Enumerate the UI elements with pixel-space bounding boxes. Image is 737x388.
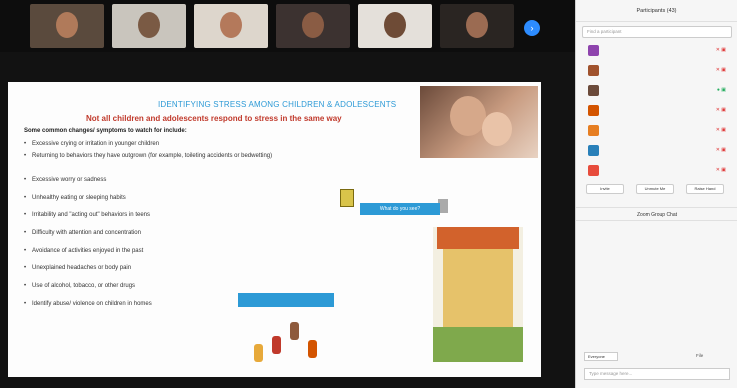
invite-button[interactable]: Invite xyxy=(586,184,624,194)
raise-hand-button[interactable]: Raise Hand xyxy=(686,184,724,194)
slide-question-banner: What do you see? xyxy=(360,203,440,215)
illustration-roof xyxy=(437,227,519,249)
presentation-slide: IDENTIFYING STRESS AMONG CHILDREN & ADOL… xyxy=(8,82,541,377)
participant-face xyxy=(384,12,406,38)
illustration-wall xyxy=(443,249,513,329)
participant-video-tile[interactable] xyxy=(358,4,432,48)
participant-face xyxy=(138,12,160,38)
participant-row[interactable]: ✕ ▣ xyxy=(582,165,732,177)
participant-face xyxy=(466,12,488,38)
participant-video-tile[interactable] xyxy=(440,4,514,48)
participant-row[interactable]: ● ▣ xyxy=(582,85,732,97)
slide-intro-text: Some common changes/ symptoms to watch f… xyxy=(24,128,187,134)
photo-face xyxy=(482,112,512,146)
participant-face xyxy=(56,12,78,38)
mic-video-status-icon[interactable]: ✕ ▣ xyxy=(716,167,726,173)
participant-row[interactable]: ✕ ▣ xyxy=(582,65,732,77)
child-figure xyxy=(308,340,317,358)
file-share-button[interactable]: File xyxy=(696,353,703,358)
participant-search-input[interactable]: Find a participant xyxy=(582,26,732,38)
mic-video-status-icon[interactable]: ✕ ▣ xyxy=(716,47,726,53)
avatar xyxy=(588,105,599,116)
avatar xyxy=(588,165,599,176)
participant-face xyxy=(302,12,324,38)
participant-actions: Invite Unmute Me Raise Hand xyxy=(586,184,726,196)
symptom-list-item: Excessive worry or sadness xyxy=(24,176,284,185)
participant-video-tile[interactable] xyxy=(194,4,268,48)
symptom-list-item: Difficulty with attention and concentrat… xyxy=(24,229,284,238)
slide-illustration-family xyxy=(433,227,523,362)
document-icon xyxy=(340,189,354,207)
participant-row[interactable]: ✕ ▣ xyxy=(582,145,732,157)
avatar xyxy=(588,85,599,96)
participant-row[interactable]: ✕ ▣ xyxy=(582,45,732,57)
symptom-list-item: Use of alcohol, tobacco, or other drugs xyxy=(24,282,284,291)
avatar xyxy=(588,145,599,156)
participant-face xyxy=(220,12,242,38)
participants-title: Participants (43) xyxy=(576,0,737,22)
photo-face xyxy=(450,96,486,136)
slide-subtitle: Not all children and adolescents respond… xyxy=(86,114,342,123)
participant-video-tile[interactable] xyxy=(30,4,104,48)
chat-recipient-select[interactable]: Everyone xyxy=(584,352,618,361)
slide-caption-box xyxy=(238,293,334,307)
chevron-right-icon[interactable]: › xyxy=(524,20,540,36)
avatar xyxy=(588,45,599,56)
mic-video-status-icon[interactable]: ✕ ▣ xyxy=(716,147,726,153)
mic-video-status-icon[interactable]: ✕ ▣ xyxy=(716,107,726,113)
participant-row[interactable]: ✕ ▣ xyxy=(582,125,732,137)
slide-illustration-children xyxy=(244,310,334,370)
mic-video-status-icon[interactable]: ● ▣ xyxy=(717,87,726,93)
symptom-list-item: Excessive crying or irritation in younge… xyxy=(24,140,284,149)
participant-video-tile[interactable] xyxy=(276,4,350,48)
avatar xyxy=(588,65,599,76)
child-figure xyxy=(254,344,263,362)
symptom-list-item: Returning to behaviors they have outgrow… xyxy=(24,152,284,161)
illustration-grass xyxy=(433,327,523,362)
slide-title: IDENTIFYING STRESS AMONG CHILDREN & ADOL… xyxy=(158,100,397,109)
participant-row[interactable]: ✕ ▣ xyxy=(582,105,732,117)
mic-video-status-icon[interactable]: ✕ ▣ xyxy=(716,127,726,133)
avatar xyxy=(588,125,599,136)
zoom-meeting-window: › IDENTIFYING STRESS AMONG CHILDREN & AD… xyxy=(0,0,737,388)
symptom-list-item: Irritability and "acting out" behaviors … xyxy=(24,211,284,220)
symptom-list-item: Unhealthy eating or sleeping habits xyxy=(24,194,284,203)
unmute-me-button[interactable]: Unmute Me xyxy=(636,184,674,194)
participant-video-tile[interactable] xyxy=(112,4,186,48)
symptom-list-item: Avoidance of activities enjoyed in the p… xyxy=(24,247,284,256)
chat-message-input[interactable]: Type message here... xyxy=(584,368,730,380)
child-figure xyxy=(290,322,299,340)
shared-screen-area: IDENTIFYING STRESS AMONG CHILDREN & ADOL… xyxy=(0,52,575,388)
video-gallery-strip: › xyxy=(0,0,575,52)
chat-title: Zoom Group Chat xyxy=(576,207,737,221)
symptom-list-item: Unexplained headaches or body pain xyxy=(24,264,284,273)
mic-video-status-icon[interactable]: ✕ ▣ xyxy=(716,67,726,73)
child-figure xyxy=(272,336,281,354)
participants-chat-panel: Participants (43) Find a participant ✕ ▣… xyxy=(575,0,737,388)
slide-photo-child-hug xyxy=(420,86,538,158)
